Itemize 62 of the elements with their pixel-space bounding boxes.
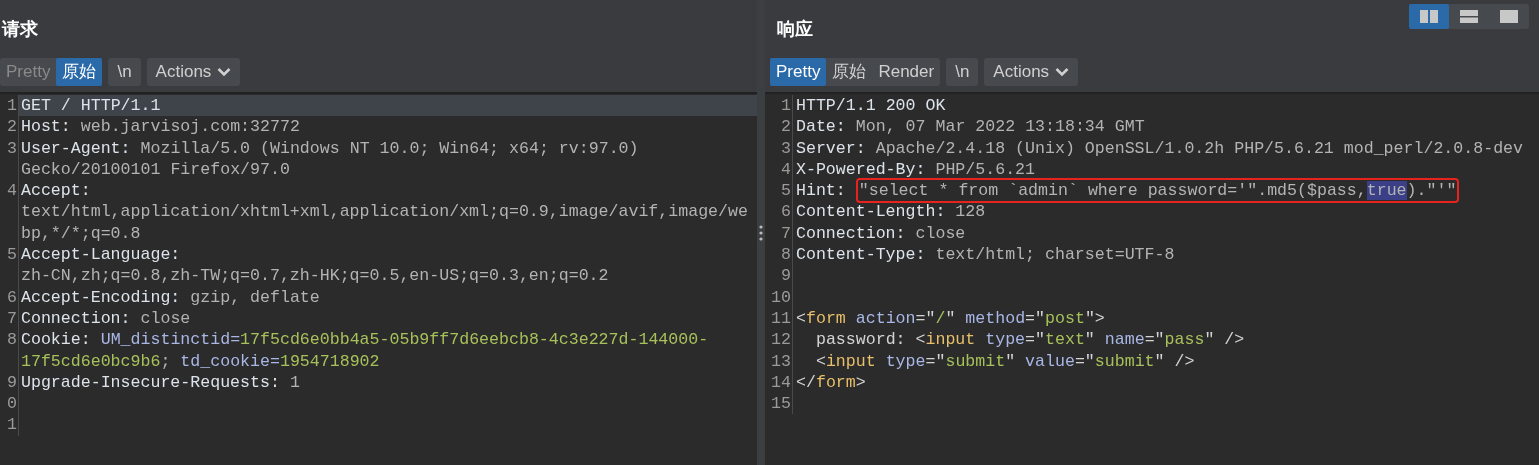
line-number: 14 bbox=[765, 371, 793, 394]
line-number: 7 bbox=[765, 222, 793, 245]
line-number: 1 bbox=[765, 95, 793, 117]
pane-title: 请求 bbox=[0, 18, 38, 41]
pane-title: 响应 bbox=[776, 18, 813, 41]
newline-button[interactable]: \n bbox=[108, 58, 141, 86]
newline-button[interactable]: \n bbox=[946, 58, 979, 86]
line-number: 4 bbox=[765, 158, 793, 181]
line-number: 15 bbox=[765, 393, 793, 415]
code-line: Server: Apache/2.4.18 (Unix) OpenSSL/1.0.2h PHP/5.6.21 mod_perl/2.0.8-dev bbox=[795, 137, 1525, 159]
view-tab[interactable]: Render bbox=[872, 58, 941, 86]
line-number: 4 bbox=[0, 180, 19, 245]
layout-button[interactable] bbox=[1409, 4, 1449, 29]
code-line: Date: Mon, 07 Mar 2022 13:18:34 GMT bbox=[795, 116, 1146, 138]
rows-icon bbox=[1460, 10, 1478, 23]
line-number: 9 bbox=[765, 265, 793, 287]
line-number: 3 bbox=[0, 137, 19, 181]
view-tab[interactable]: 原始 bbox=[826, 58, 873, 86]
line-number: 1 bbox=[0, 414, 19, 436]
code-line: Host: web.jarvisoj.com:32772 bbox=[20, 116, 301, 138]
line-number: 10 bbox=[765, 286, 793, 308]
code-line: User-Agent: Mozilla/5.0 (Windows NT 10.0; Win64; x64; rv:97.0) Gecko/20100101 Firefox/97.0 bbox=[20, 137, 640, 181]
line-number: 8 bbox=[0, 329, 19, 372]
code-line: Accept: text/html,application/xhtml+xml,application/xml;q=0.9,image/avif,image/webp,*/*;q=0.8 bbox=[20, 180, 749, 245]
line-number: 7 bbox=[0, 307, 19, 330]
view-tab[interactable]: 原始 bbox=[56, 58, 103, 86]
line-number: 6 bbox=[0, 286, 19, 308]
actions-button[interactable]: Actions bbox=[984, 58, 1079, 86]
code-text: Hint: bbox=[796, 181, 847, 201]
line-number: 13 bbox=[765, 350, 793, 372]
square-icon bbox=[1500, 10, 1518, 23]
line-number: 11 bbox=[765, 307, 793, 330]
code-line: <input type="submit" value="submit" /> bbox=[814, 350, 1196, 372]
actions-button[interactable]: Actions bbox=[146, 58, 241, 86]
line-number: 12 bbox=[765, 329, 793, 351]
code-line: Cookie: UM_distinctid=17f5cd6e0bb4a5-05b9ff7d6eebcb8-4c3e227d-144000-17f5cd6e0bc9b6; td_cookie=1954718902 bbox=[20, 329, 710, 372]
line-number: 6 bbox=[765, 201, 793, 223]
code-line: </form> bbox=[795, 371, 867, 394]
annotation-box: "select * from `admin` where password='".md5($pass,true)."'" bbox=[855, 178, 1460, 204]
chevron-down-icon bbox=[217, 67, 232, 77]
code-line: <form action="/" method="post"> bbox=[795, 307, 1106, 330]
line-number: 2 bbox=[0, 116, 19, 138]
line-number: 5 bbox=[765, 180, 793, 202]
code-line: Content-Length: 128 bbox=[795, 201, 987, 223]
code-line: HTTP/1.1 200 OK bbox=[795, 95, 947, 117]
line-number: 2 bbox=[765, 116, 793, 138]
line-number: 3 bbox=[765, 137, 793, 159]
code-line: Upgrade-Insecure-Requests: 1 bbox=[20, 371, 301, 394]
view-tab[interactable]: Pretty bbox=[770, 58, 827, 86]
line-number: 9 bbox=[0, 371, 19, 394]
line-number: 0 bbox=[0, 393, 19, 415]
line-number: 5 bbox=[0, 244, 19, 287]
code-line: password: <input type="text" name="pass" /> bbox=[814, 329, 1246, 351]
code-line: Connection: close bbox=[20, 307, 192, 330]
chevron-down-icon bbox=[1055, 67, 1070, 77]
line-number: 8 bbox=[765, 244, 793, 266]
code-line: X-Powered-By: PHP/5.6.21 bbox=[795, 158, 1036, 181]
code-line: Connection: close bbox=[795, 222, 967, 245]
code-line: Content-Type: text/html; charset=UTF-8 bbox=[795, 244, 1176, 266]
columns-icon bbox=[1420, 10, 1438, 23]
drag-handle[interactable] bbox=[759, 224, 763, 241]
code-line: Accept-Encoding: gzip, deflate bbox=[20, 286, 321, 308]
